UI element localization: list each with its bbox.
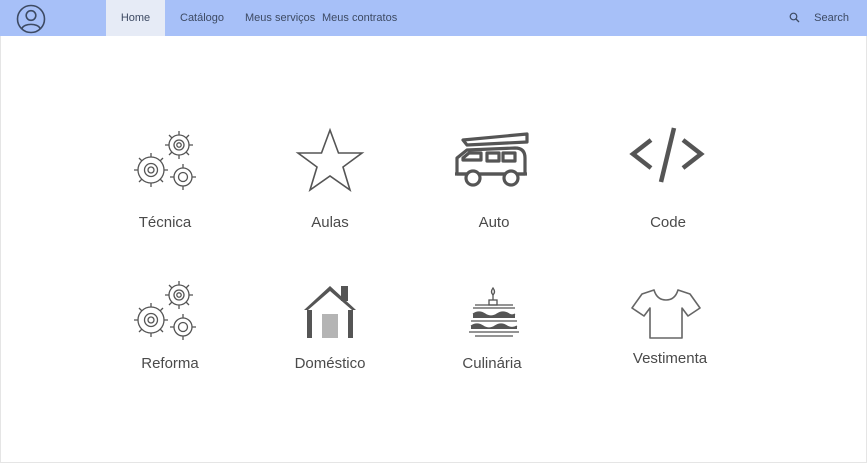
- nav-home[interactable]: Home: [106, 0, 165, 36]
- category-domestico[interactable]: Doméstico: [255, 280, 405, 374]
- nav-catalog[interactable]: Catálogo: [180, 0, 224, 36]
- nav-my-services[interactable]: Meus serviços: [245, 0, 315, 36]
- category-grid: Técnica Aulas Auto Code Reforma Doméstic…: [0, 36, 867, 463]
- category-culinaria[interactable]: Culinária: [417, 284, 567, 374]
- search-label: Search: [814, 12, 849, 24]
- search-icon: [789, 12, 800, 23]
- top-navbar: Home Catálogo Meus serviços Meus contrat…: [0, 0, 867, 36]
- cake-icon: [469, 286, 519, 337]
- category-label: Doméstico: [294, 355, 366, 372]
- gears-icon: [134, 281, 196, 340]
- camper-van-icon: [455, 132, 529, 187]
- category-label: Aulas: [311, 214, 349, 231]
- nav-my-contracts[interactable]: Meus contratos: [322, 0, 397, 36]
- tshirt-icon: [631, 289, 701, 339]
- category-tecnica[interactable]: Técnica: [90, 126, 240, 236]
- category-code[interactable]: Code: [593, 126, 743, 236]
- gears-icon: [134, 131, 196, 190]
- code-icon: [629, 127, 705, 183]
- star-icon: [295, 127, 365, 192]
- category-label: Técnica: [138, 214, 192, 231]
- category-label: Code: [650, 214, 686, 231]
- category-label: Culinária: [462, 355, 522, 372]
- category-label: Reforma: [141, 355, 199, 372]
- search-button[interactable]: Search: [789, 0, 849, 36]
- category-aulas[interactable]: Aulas: [255, 126, 405, 236]
- user-avatar-icon[interactable]: [15, 4, 47, 36]
- house-icon: [304, 286, 356, 338]
- category-label: Vestimenta: [632, 350, 708, 367]
- category-label: Auto: [478, 214, 510, 231]
- category-auto[interactable]: Auto: [419, 126, 569, 236]
- category-reforma[interactable]: Reforma: [95, 274, 245, 374]
- category-vestimenta[interactable]: Vestimenta: [595, 282, 745, 374]
